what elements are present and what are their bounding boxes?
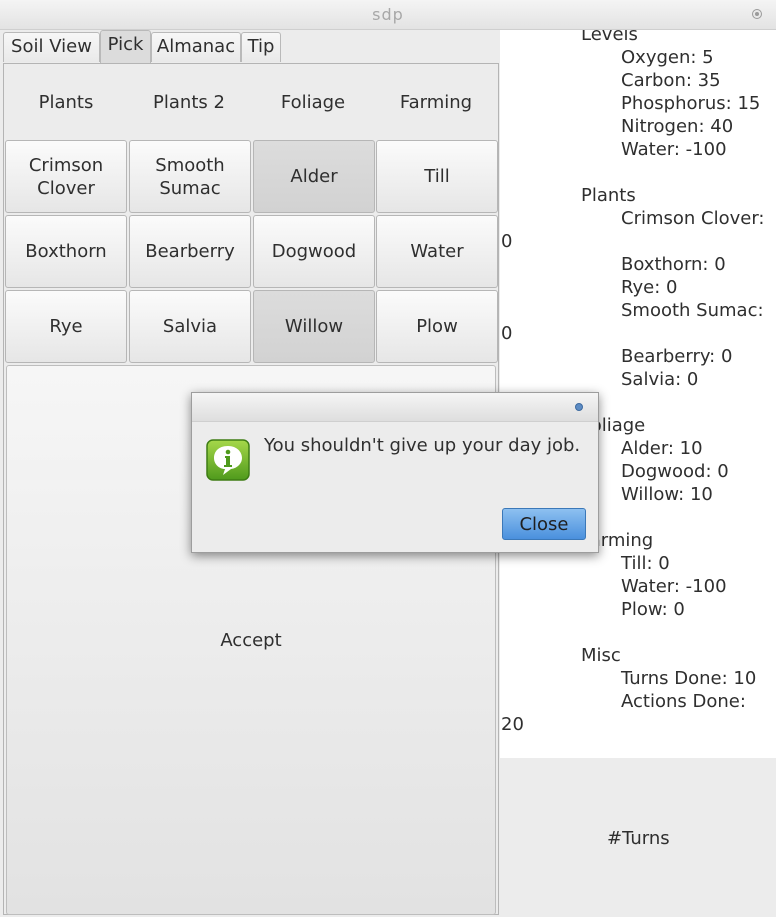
turns-label: #Turns xyxy=(607,828,670,849)
rye-button[interactable]: Rye xyxy=(5,290,127,363)
farming-till: Till: 0 xyxy=(621,553,670,574)
farming-plow: Plow: 0 xyxy=(621,599,685,620)
plant-boxthorn: Boxthorn: 0 xyxy=(621,254,726,275)
level-nitrogen: Nitrogen: 40 xyxy=(621,116,734,137)
smooth-sumac-button[interactable]: Smooth Sumac xyxy=(129,140,251,213)
salvia-button[interactable]: Salvia xyxy=(129,290,251,363)
tab-almanac[interactable]: Almanac xyxy=(151,32,241,62)
foliage-alder: Alder: 10 xyxy=(621,438,703,459)
close-button[interactable]: Close xyxy=(502,508,586,540)
tab-tip[interactable]: Tip xyxy=(241,32,281,62)
willow-button[interactable]: Willow xyxy=(253,290,375,363)
window-title: sdp xyxy=(372,5,404,24)
plant-bearberry: Bearberry: 0 xyxy=(621,346,733,367)
levels-heading: Levels xyxy=(581,30,638,45)
category-foliage: Foliage xyxy=(280,92,346,113)
plant-crimson-clover: Crimson Clover: xyxy=(621,208,765,229)
till-button[interactable]: Till xyxy=(376,140,498,213)
boxthorn-button[interactable]: Boxthorn xyxy=(5,215,127,288)
misc-actions-done: Actions Done: xyxy=(621,691,746,712)
foliage-willow: Willow: 10 xyxy=(621,484,713,505)
window-close-icon[interactable] xyxy=(752,9,762,19)
dialog-close-icon[interactable] xyxy=(575,403,583,411)
plant-smooth-sumac-value: 0 xyxy=(501,323,513,344)
dogwood-button[interactable]: Dogwood xyxy=(253,215,375,288)
level-water: Water: -100 xyxy=(621,139,727,160)
info-icon xyxy=(206,439,250,481)
misc-actions-done-value: 20 xyxy=(501,714,524,735)
plant-rye: Rye: 0 xyxy=(621,277,678,298)
crimson-clover-button[interactable]: Crimson Clover xyxy=(5,140,127,213)
window-titlebar: sdp xyxy=(0,0,776,30)
plant-salvia: Salvia: 0 xyxy=(621,369,699,390)
message-dialog: You shouldn't give up your day job. Clos… xyxy=(191,392,599,553)
category-plants: Plants xyxy=(38,92,94,113)
plants-heading: Plants xyxy=(581,185,636,206)
category-farming: Farming xyxy=(399,92,473,113)
alder-button[interactable]: Alder xyxy=(253,140,375,213)
tab-soil-view[interactable]: Soil View xyxy=(3,32,100,62)
level-carbon: Carbon: 35 xyxy=(621,70,721,91)
misc-heading: Misc xyxy=(581,645,621,666)
level-oxygen: Oxygen: 5 xyxy=(621,47,714,68)
tab-pick[interactable]: Pick xyxy=(100,30,151,64)
plant-smooth-sumac: Smooth Sumac: xyxy=(621,300,764,321)
dialog-titlebar xyxy=(192,393,598,422)
category-plants-2: Plants 2 xyxy=(153,92,225,113)
plant-crimson-clover-value: 0 xyxy=(501,231,513,252)
level-phosphorus: Phosphorus: 15 xyxy=(621,93,761,114)
accept-label: Accept xyxy=(220,629,282,651)
misc-turns-done: Turns Done: 10 xyxy=(621,668,757,689)
bearberry-button[interactable]: Bearberry xyxy=(129,215,251,288)
water-button[interactable]: Water xyxy=(376,215,498,288)
turns-panel: #Turns xyxy=(500,758,776,917)
plow-button[interactable]: Plow xyxy=(376,290,498,363)
dialog-message: You shouldn't give up your day job. xyxy=(264,435,581,456)
farming-water: Water: -100 xyxy=(621,576,727,597)
tab-bar: Soil View Pick Almanac Tip xyxy=(0,30,500,64)
foliage-dogwood: Dogwood: 0 xyxy=(621,461,729,482)
